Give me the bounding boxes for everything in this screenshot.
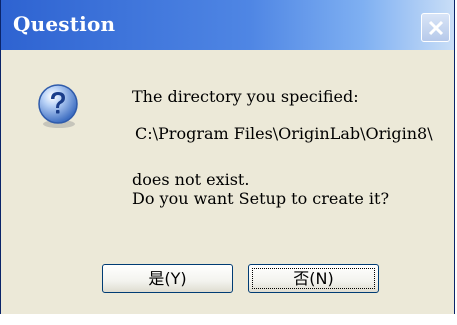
message-line-directory: The directory you specified: [132,87,359,106]
yes-button[interactable]: 是(Y) [102,264,233,293]
title-bar[interactable]: Question [1,0,454,50]
dialog-body: The directory you specified: C:\Program … [1,50,454,314]
dialog-title: Question [13,12,116,36]
question-dialog: Question The directory you specified: C:… [0,0,455,314]
close-icon [428,20,444,36]
close-button[interactable] [421,13,450,42]
message-line-create-prompt: Do you want Setup to create it? [132,189,390,208]
question-icon [38,84,78,128]
message-line-not-exist: does not exist. [132,170,250,189]
message-path: C:\Program Files\OriginLab\Origin8\ [135,124,433,143]
yes-button-label: 是(Y) [148,269,187,288]
no-button[interactable]: 否(N) [248,264,379,293]
no-button-label: 否(N) [293,269,334,288]
